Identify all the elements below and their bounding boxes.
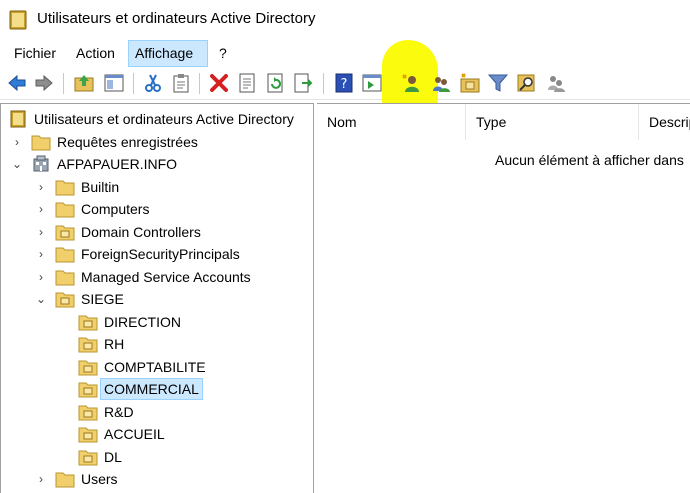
tree-item-label: Users (81, 471, 118, 487)
tree-item-builtin[interactable]: › Builtin (1, 176, 313, 198)
ou-icon (78, 337, 98, 353)
menu-fichier[interactable]: Fichier (8, 40, 62, 67)
tree-item-siege[interactable]: ⌄ SIEGE (1, 288, 313, 310)
console-tree[interactable]: Utilisateurs et ordinateurs Active Direc… (0, 103, 314, 493)
new-user-icon[interactable] (400, 72, 422, 94)
folder-icon (55, 202, 75, 218)
chevron-right-icon[interactable]: › (34, 266, 48, 288)
menu-help[interactable]: ? (213, 40, 233, 67)
ou-icon (78, 382, 98, 398)
chevron-right-icon[interactable]: › (34, 198, 48, 220)
tree-item-commercial[interactable]: COMMERCIAL (1, 378, 313, 400)
tree-item-label: ForeignSecurityPrincipals (81, 246, 240, 262)
ou-icon (78, 427, 98, 443)
find-icon[interactable] (516, 72, 538, 94)
chevron-right-icon[interactable]: › (34, 468, 48, 490)
ou-icon (78, 315, 98, 331)
folder-icon (55, 270, 75, 286)
tree-item-foreign-security-principals[interactable]: › ForeignSecurityPrincipals (1, 243, 313, 265)
chevron-down-icon[interactable]: ⌄ (34, 288, 48, 310)
menu-action[interactable]: Action (70, 40, 121, 67)
empty-list-message: Aucun élément à afficher dans (495, 152, 684, 168)
tree-item-managed-service-accounts[interactable]: › Managed Service Accounts (1, 266, 313, 288)
tree-item-label: AFPAPAUER.INFO (57, 156, 178, 172)
tree-item-comptabilite[interactable]: COMPTABILITE (1, 356, 313, 378)
ou-icon (55, 225, 75, 241)
chevron-right-icon[interactable]: › (34, 243, 48, 265)
tree-item-label: COMPTABILITE (104, 359, 206, 375)
tree-item-label: DIRECTION (104, 314, 181, 330)
tree-item-label: R&D (104, 404, 134, 420)
tree-item-label: Managed Service Accounts (81, 269, 251, 285)
ad-users-computers-app-icon (9, 10, 27, 30)
folder-icon (55, 472, 75, 488)
tree-item-domain-controllers[interactable]: › Domain Controllers (1, 221, 313, 243)
tree-item-saved-queries[interactable]: › Requêtes enregistrées (1, 131, 313, 153)
chevron-right-icon[interactable]: › (10, 131, 24, 153)
ou-icon (78, 405, 98, 421)
tree-item-direction[interactable]: DIRECTION (1, 311, 313, 333)
domain-icon (33, 155, 49, 172)
tree-item-label: COMMERCIAL (100, 378, 203, 400)
chevron-down-icon[interactable]: ⌄ (10, 153, 24, 175)
chevron-right-icon[interactable]: › (34, 176, 48, 198)
new-ou-icon[interactable] (459, 72, 481, 94)
tree-item-rh[interactable]: RH (1, 333, 313, 355)
folder-icon (31, 135, 51, 151)
tree-item-rd[interactable]: R&D (1, 401, 313, 423)
title-bar: Utilisateurs et ordinateurs Active Direc… (0, 0, 690, 40)
tree-item-computers[interactable]: › Computers (1, 198, 313, 220)
filter-icon[interactable] (487, 72, 509, 94)
ad-console-icon (10, 110, 26, 128)
window-title: Utilisateurs et ordinateurs Active Direc… (37, 10, 316, 27)
new-group-icon[interactable] (430, 72, 452, 94)
column-header-nom[interactable]: Nom (317, 104, 466, 140)
toolbar-overlay (0, 67, 690, 100)
details-pane[interactable]: Nom Type Descrip Aucun élément à affiche… (317, 103, 690, 493)
tree-item-label: Builtin (81, 179, 120, 195)
tree-item-label: DL (104, 449, 122, 465)
chevron-right-icon[interactable]: › (34, 221, 48, 243)
menu-bar: Fichier Action Affichage ? (0, 40, 690, 67)
tree-item-dl[interactable]: DL (1, 446, 313, 468)
menu-affichage[interactable]: Affichage (128, 40, 208, 67)
tree-item-label: Requêtes enregistrées (57, 134, 198, 150)
tree-item-label: ACCUEIL (104, 426, 165, 442)
ou-icon (55, 292, 75, 308)
tree-item-label: RH (104, 336, 125, 352)
ou-icon (78, 360, 98, 376)
ou-icon (78, 450, 98, 466)
tree-root-label: Utilisateurs et ordinateurs Active Direc… (34, 111, 294, 127)
tree-item-label: SIEGE (81, 291, 124, 307)
folder-icon (55, 247, 75, 263)
tree-item-domain[interactable]: ⌄ AFPAPAUER.INFO (1, 153, 313, 175)
tree-item-label: Domain Controllers (81, 224, 201, 240)
column-header-description[interactable]: Descrip (639, 104, 690, 140)
delegate-icon[interactable] (545, 72, 567, 94)
folder-icon (55, 180, 75, 196)
column-header-type[interactable]: Type (466, 104, 639, 140)
tree-item-users[interactable]: › Users (1, 468, 313, 490)
tree-item-label: Computers (81, 201, 150, 217)
tree-item-accueil[interactable]: ACCUEIL (1, 423, 313, 445)
tree-root[interactable]: Utilisateurs et ordinateurs Active Direc… (1, 108, 313, 130)
